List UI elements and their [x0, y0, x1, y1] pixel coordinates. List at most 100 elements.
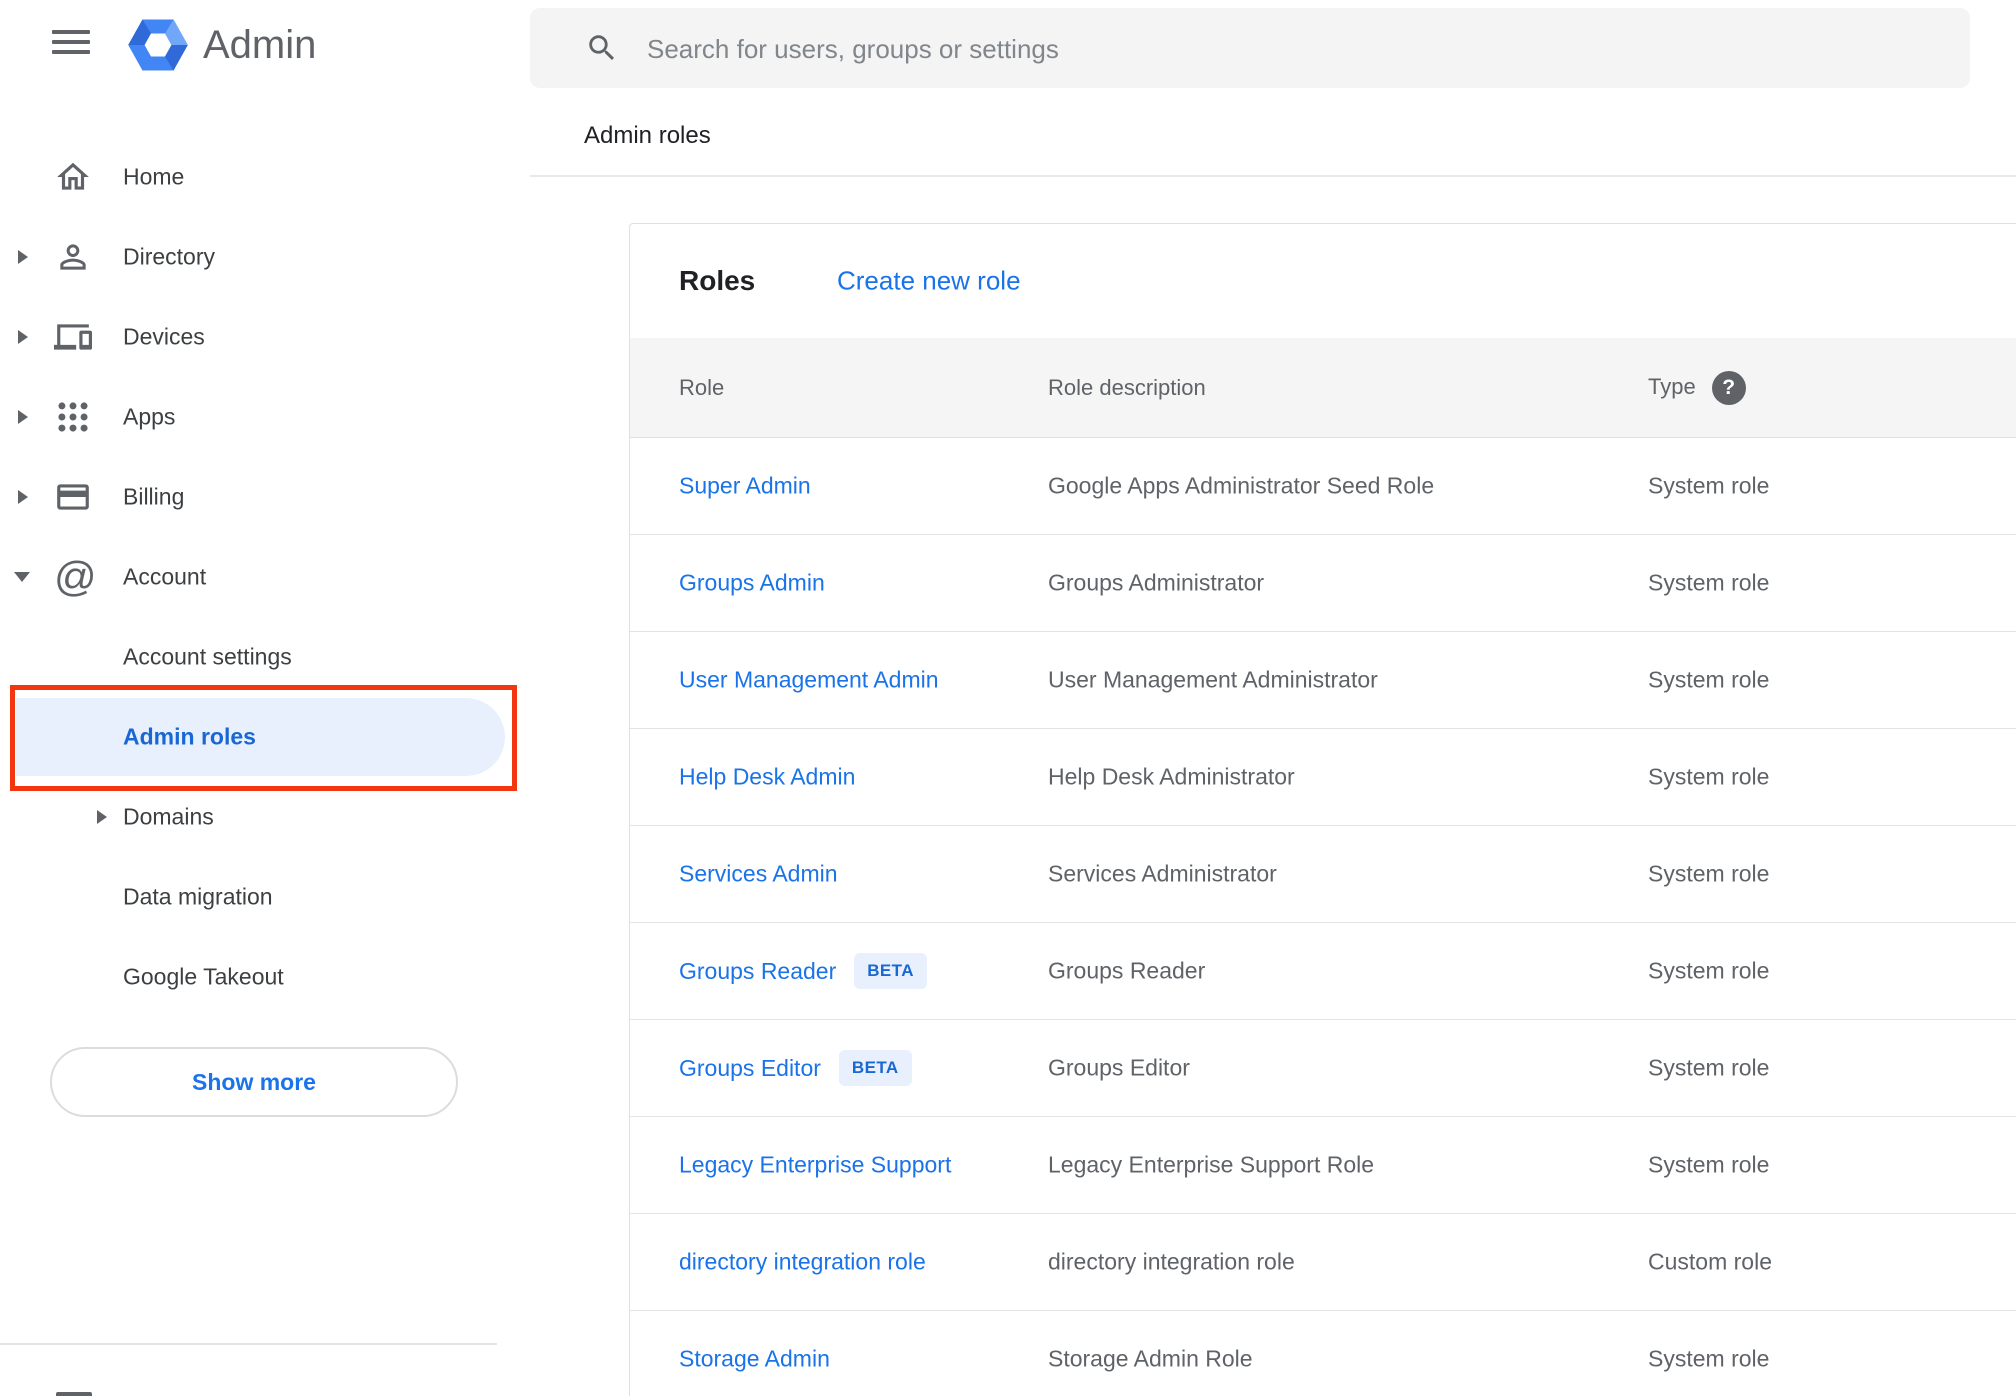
sidebar-item-apps[interactable]: Apps	[0, 377, 497, 457]
column-header-type: Type?	[1648, 370, 1746, 405]
sidebar-item-admin-roles[interactable]: Admin roles	[0, 697, 505, 777]
sidebar-item-billing[interactable]: Billing	[0, 457, 497, 537]
role-type: Custom role	[1648, 1248, 1772, 1275]
sidebar-item-google-takeout[interactable]: Google Takeout	[0, 937, 497, 1017]
table-row: Storage Admin Storage Admin Role System …	[630, 1311, 2016, 1396]
sidebar-bottom-divider	[0, 1343, 497, 1345]
sidebar-item-label: Directory	[123, 243, 216, 270]
app-title: Admin	[203, 23, 317, 67]
sidebar-item-label: Billing	[123, 483, 185, 510]
role-type: System role	[1648, 1345, 1770, 1372]
role-link[interactable]: Groups Reader	[679, 958, 836, 985]
table-row: User Management Admin User Management Ad…	[630, 632, 2016, 729]
page-title: Roles	[679, 265, 756, 296]
sidebar-item-label: Home	[123, 163, 185, 190]
devices-icon	[54, 318, 92, 356]
table-row: Super Admin Google Apps Administrator Se…	[630, 438, 2016, 535]
sidebar-item-home[interactable]: Home	[0, 137, 497, 217]
expand-arrow-icon[interactable]	[18, 490, 28, 504]
table-row: Help Desk Admin Help Desk Administrator …	[630, 729, 2016, 826]
role-type: System role	[1648, 472, 1770, 499]
role-description: Groups Reader	[1048, 957, 1206, 984]
role-link[interactable]: Help Desk Admin	[679, 764, 855, 791]
admin-logo-icon[interactable]	[127, 16, 189, 74]
search-input[interactable]	[645, 8, 1929, 90]
role-description: Groups Administrator	[1048, 569, 1265, 596]
role-type: System role	[1648, 1151, 1770, 1178]
active-item-highlight	[16, 698, 505, 776]
roles-card-header: Roles Create new role	[630, 224, 2016, 338]
hamburger-menu-icon[interactable]	[52, 30, 90, 54]
sidebar-item-account-settings[interactable]: Account settings	[0, 617, 497, 697]
role-link[interactable]: Services Admin	[679, 861, 838, 888]
sidebar-item-label: Admin roles	[123, 723, 256, 750]
role-description: Help Desk Administrator	[1048, 763, 1295, 790]
role-link[interactable]: User Management Admin	[679, 667, 939, 694]
role-link[interactable]: Legacy Enterprise Support	[679, 1152, 951, 1179]
table-row: Groups Admin Groups Administrator System…	[630, 535, 2016, 632]
role-type: System role	[1648, 666, 1770, 693]
billing-card-icon	[54, 478, 92, 516]
expand-arrow-icon[interactable]	[97, 810, 107, 824]
create-new-role-link[interactable]: Create new role	[837, 266, 1021, 297]
sidebar-item-account[interactable]: @ Account	[0, 537, 497, 617]
sidebar-item-devices[interactable]: Devices	[0, 297, 497, 377]
expand-arrow-icon[interactable]	[14, 572, 30, 582]
sidebar-item-label: Data migration	[123, 883, 273, 910]
show-more-button[interactable]: Show more	[50, 1047, 458, 1117]
role-type: System role	[1648, 957, 1770, 984]
sidebar-item-directory[interactable]: Directory	[0, 217, 497, 297]
table-header-row: Role Role description Type?	[630, 338, 2016, 438]
role-description: Legacy Enterprise Support Role	[1048, 1151, 1375, 1178]
table-row: Groups Reader BETA Groups Reader System …	[630, 923, 2016, 1020]
search-bar[interactable]	[530, 8, 1970, 90]
role-type: System role	[1648, 569, 1770, 596]
sidebar-item-label: Account	[123, 563, 207, 590]
role-type: System role	[1648, 763, 1770, 790]
role-link[interactable]: Storage Admin	[679, 1346, 830, 1373]
role-type: System role	[1648, 860, 1770, 887]
role-description: Google Apps Administrator Seed Role	[1048, 472, 1435, 499]
role-type: System role	[1648, 1054, 1770, 1081]
sidebar-item-label: Account settings	[123, 643, 292, 670]
sidebar-item-label: Domains	[123, 803, 214, 830]
role-link[interactable]: Groups Admin	[679, 570, 825, 597]
table-row: Legacy Enterprise Support Legacy Enterpr…	[630, 1117, 2016, 1214]
search-icon	[589, 35, 615, 61]
role-link[interactable]: directory integration role	[679, 1249, 926, 1276]
role-description: User Management Administrator	[1048, 666, 1378, 693]
role-link[interactable]: Groups Editor	[679, 1055, 821, 1082]
role-link[interactable]: Super Admin	[679, 473, 811, 500]
roles-card: Roles Create new role Role Role descript…	[629, 223, 2016, 1396]
beta-badge: BETA	[854, 953, 927, 989]
sidebar-nav: Home Directory Devices Apps Billing @ Ac…	[0, 137, 505, 1017]
home-icon	[54, 158, 92, 196]
sidebar-item-label: Apps	[123, 403, 176, 430]
role-description: Groups Editor	[1048, 1054, 1190, 1081]
table-body: Super Admin Google Apps Administrator Se…	[630, 438, 2016, 1396]
sidebar-item-label: Devices	[123, 323, 205, 350]
table-row: directory integration role directory int…	[630, 1214, 2016, 1311]
expand-arrow-icon[interactable]	[18, 250, 28, 264]
role-description: Storage Admin Role	[1048, 1345, 1253, 1372]
header-divider	[530, 175, 2016, 177]
apps-grid-icon	[54, 398, 92, 436]
column-header-description: Role description	[1048, 374, 1206, 400]
column-header-role: Role	[679, 374, 725, 400]
sidebar-brand: Admin	[0, 0, 497, 90]
at-icon: @	[54, 553, 97, 600]
sidebar-item-data-migration[interactable]: Data migration	[0, 857, 497, 937]
help-icon[interactable]: ?	[1711, 370, 1746, 405]
table-row: Services Admin Services Administrator Sy…	[630, 826, 2016, 923]
sidebar-item-label: Google Takeout	[123, 963, 284, 990]
beta-badge: BETA	[838, 1050, 912, 1086]
role-description: Services Administrator	[1048, 860, 1277, 887]
clipped-bottom-icon	[56, 1392, 92, 1396]
table-row: Groups Editor BETA Groups Editor System …	[630, 1020, 2016, 1117]
sidebar-item-domains[interactable]: Domains	[0, 777, 497, 857]
expand-arrow-icon[interactable]	[18, 410, 28, 424]
expand-arrow-icon[interactable]	[18, 330, 28, 344]
role-description: directory integration role	[1048, 1248, 1295, 1275]
breadcrumb: Admin roles	[584, 122, 711, 149]
person-icon	[54, 238, 92, 276]
